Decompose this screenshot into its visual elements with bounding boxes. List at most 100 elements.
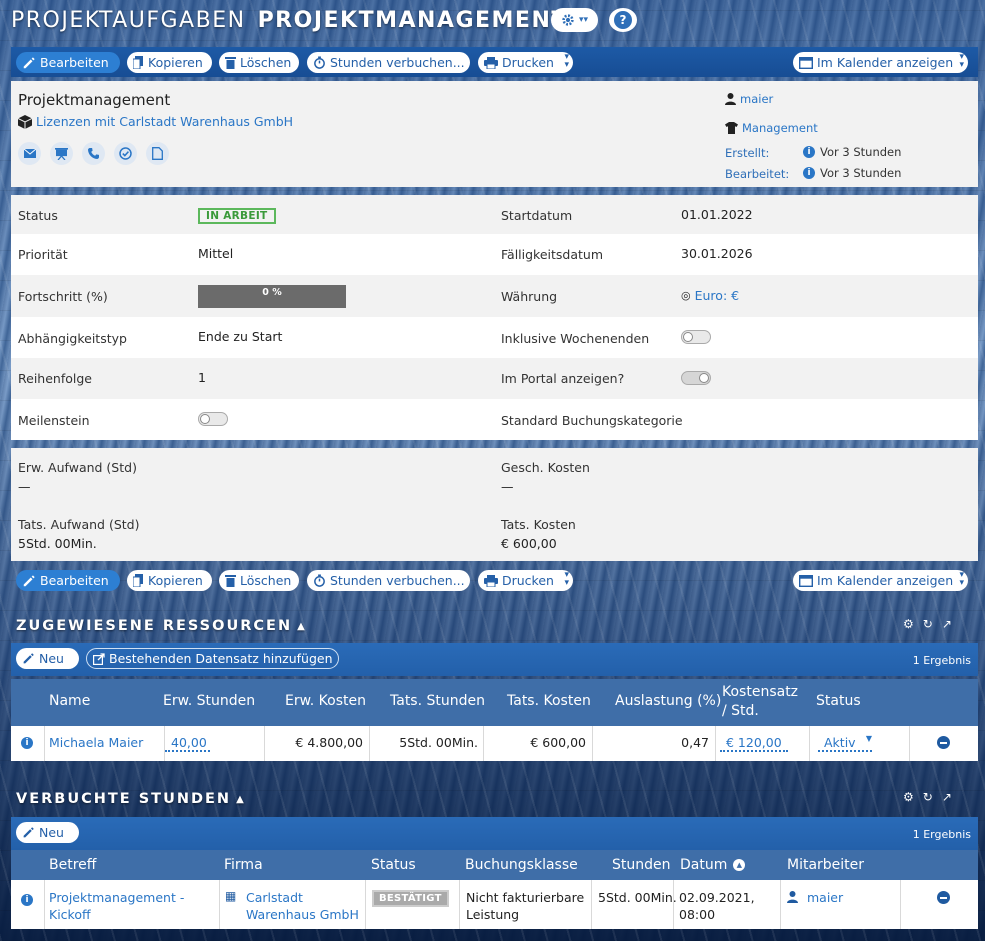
help-button[interactable]: ? [609, 8, 637, 32]
print-button[interactable]: Drucken ▾ ▾ [478, 570, 573, 591]
book-hours-button[interactable]: Stunden verbuchen... [307, 52, 470, 73]
print-button[interactable]: Drucken ▾ ▾ [478, 52, 573, 73]
related-account-name: Lizenzen mit Carlstadt Warenhaus GmbH [36, 114, 294, 129]
company-cell[interactable]: ▦ Carlstadt Warenhaus GmbH [220, 880, 366, 929]
progress-field[interactable]: 0 % [198, 285, 346, 308]
add-existing-record-button[interactable]: Bestehenden Datensatz hinzufügen [86, 648, 339, 669]
info-icon[interactable]: i [803, 146, 815, 158]
created-field: i Vor 3 Stunden [803, 145, 901, 159]
status-badge: IN ARBEIT [198, 208, 276, 224]
refresh-icon[interactable]: ↻ [923, 617, 933, 631]
settings-menu-button[interactable]: ▾▾ [551, 8, 598, 32]
resources-section-title[interactable]: ZUGEWIESENE RESSOURCEN ▲ [16, 618, 307, 634]
weekends-toggle[interactable] [681, 330, 711, 344]
hours-section-title[interactable]: VERBUCHTE STUNDEN ▲ [16, 791, 246, 807]
est-cost-value: € 4.800,00 [295, 735, 363, 750]
hours-table-header: Betreff Firma Status Buchungsklasse Stun… [11, 850, 978, 880]
call-action-button[interactable] [82, 142, 105, 165]
resource-name-link[interactable]: Michaela Maier [49, 735, 143, 750]
remove-row-icon[interactable] [937, 891, 950, 904]
col-rate-line2[interactable]: / Std. [722, 703, 759, 719]
new-resource-button[interactable]: Neu [16, 648, 79, 669]
task-action-button[interactable] [114, 142, 137, 165]
chevron-down-icon: ▾▾ [959, 52, 964, 70]
team-link[interactable]: Management [742, 121, 818, 135]
gear-icon[interactable]: ⚙ [903, 790, 914, 804]
col-date[interactable]: Datum ▲ [680, 857, 746, 873]
copy-label: Kopieren [148, 573, 203, 588]
copy-button[interactable]: Kopieren [127, 52, 212, 73]
priority-label: Priorität [18, 247, 68, 262]
subject-line1[interactable]: Projektmanagement - [49, 890, 184, 905]
act-cost-value: € 600,00 [501, 536, 557, 551]
col-act-cost[interactable]: Tats. Kosten [507, 693, 591, 709]
milestone-field [198, 412, 228, 429]
subject-line2[interactable]: Kickoff [49, 907, 91, 922]
new-hours-button[interactable]: Neu [16, 822, 79, 843]
resource-status-select[interactable]: Aktiv ▼ [818, 734, 872, 752]
related-account-link[interactable]: Lizenzen mit Carlstadt Warenhaus GmbH [18, 114, 293, 129]
printer-icon [484, 574, 498, 587]
due-date-value[interactable]: 30.01.2026 [681, 246, 753, 261]
employee-link[interactable]: maier [807, 890, 843, 905]
external-link-icon[interactable]: ↗ [942, 790, 952, 804]
dependency-value[interactable]: Ende zu Start [198, 329, 282, 344]
external-link-icon[interactable]: ↗ [942, 617, 952, 631]
rate-value[interactable]: € 120,00 [720, 735, 788, 752]
show-in-calendar-button[interactable]: Im Kalender anzeigen ▾ ▾ [793, 52, 968, 73]
company-line2[interactable]: Warenhaus GmbH [246, 907, 359, 922]
col-employee[interactable]: Mitarbeiter [787, 857, 864, 873]
est-hours-value[interactable]: 40,00 [165, 735, 210, 752]
detail-row: Meilenstein Standard Buchungskategorie [11, 399, 978, 440]
company-line1[interactable]: Carlstadt [246, 890, 303, 905]
info-icon[interactable]: i [21, 737, 33, 749]
col-hours[interactable]: Stunden [612, 857, 671, 873]
presentation-action-button[interactable] [50, 142, 73, 165]
status-field[interactable]: IN ARBEIT [198, 207, 276, 224]
refresh-icon[interactable]: ↻ [923, 790, 933, 804]
sort-ascending-icon: ▲ [733, 859, 746, 871]
start-date-value[interactable]: 01.01.2022 [681, 207, 753, 222]
col-company[interactable]: Firma [224, 857, 263, 873]
delete-button[interactable]: Löschen [219, 570, 299, 591]
currency-link[interactable]: Euro: € [695, 288, 739, 303]
trash-icon [225, 57, 236, 69]
book-hours-button[interactable]: Stunden verbuchen... [307, 570, 470, 591]
est-hours-cell: 40,00 [165, 726, 265, 761]
edit-button[interactable]: Bearbeiten [16, 52, 120, 73]
show-in-calendar-button[interactable]: Im Kalender anzeigen ▾ ▾ [793, 570, 968, 591]
order-value[interactable]: 1 [198, 370, 206, 385]
caret-down-icon: ▼ [865, 734, 872, 743]
resources-count: 1 Ergebnis [912, 654, 971, 667]
col-rate-line1[interactable]: Kostensatz [722, 684, 798, 700]
utilization-value: 0,47 [681, 735, 709, 750]
owner-link[interactable]: maier [740, 92, 773, 106]
gear-icon [562, 14, 574, 26]
portal-toggle[interactable] [681, 371, 711, 385]
gear-icon[interactable]: ⚙ [903, 617, 914, 631]
document-action-button[interactable] [146, 142, 169, 165]
col-est-cost[interactable]: Erw. Kosten [285, 693, 366, 709]
col-utilization[interactable]: Auslastung (%) [615, 693, 721, 709]
col-subject[interactable]: Betreff [49, 857, 96, 873]
act-cost-value: € 600,00 [530, 735, 586, 750]
col-name[interactable]: Name [49, 693, 90, 709]
subject-cell[interactable]: Projektmanagement - Kickoff [45, 880, 220, 929]
col-act-hours[interactable]: Tats. Stunden [390, 693, 485, 709]
col-status[interactable]: Status [371, 857, 416, 873]
info-icon[interactable]: i [803, 167, 815, 179]
col-est-hours[interactable]: Erw. Stunden [163, 693, 255, 709]
edit-button[interactable]: Bearbeiten [16, 570, 120, 591]
col-status[interactable]: Status [816, 693, 861, 709]
progress-text: 0 % [262, 287, 282, 298]
col-booking-class[interactable]: Buchungsklasse [465, 857, 578, 873]
email-action-button[interactable] [18, 142, 41, 165]
copy-button[interactable]: Kopieren [127, 570, 212, 591]
delete-button[interactable]: Löschen [219, 52, 299, 73]
milestone-toggle[interactable] [198, 412, 228, 426]
remove-row-icon[interactable] [937, 736, 950, 749]
book-icon: ▦ [225, 889, 237, 903]
priority-value[interactable]: Mittel [198, 246, 233, 261]
info-icon[interactable]: i [21, 894, 33, 906]
booking-class-line2: Leistung [466, 907, 520, 922]
